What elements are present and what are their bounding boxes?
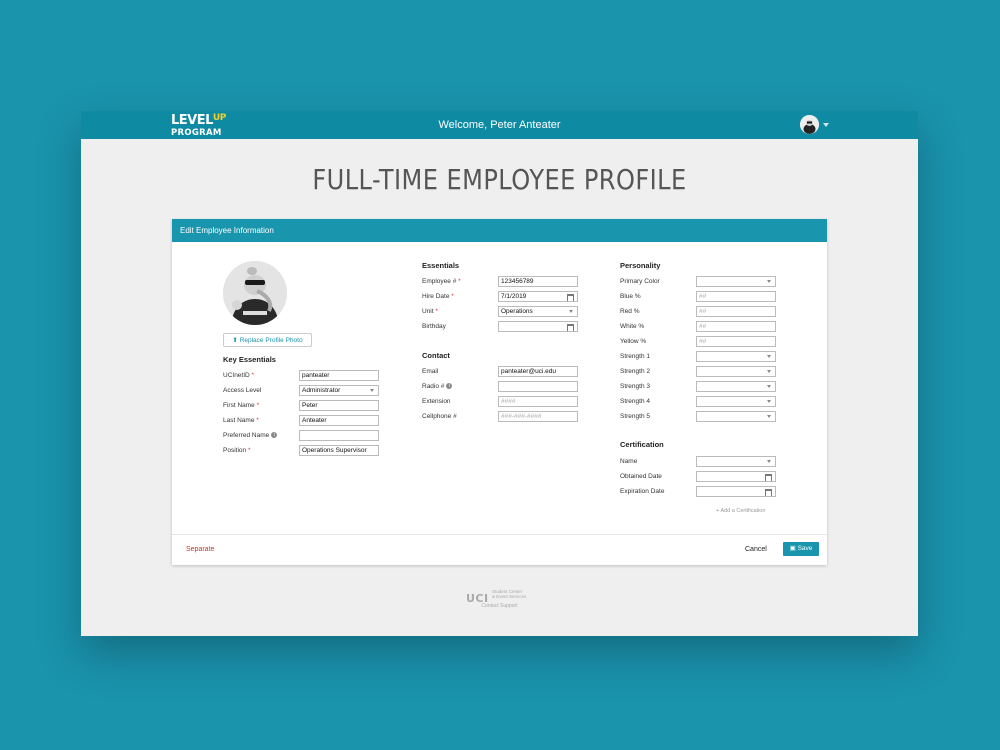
white-percent-label: White %: [620, 323, 645, 330]
contact-support-link[interactable]: Contact Support: [81, 603, 918, 609]
user-avatar[interactable]: [800, 115, 819, 134]
email-input[interactable]: panteater@uci.edu: [498, 366, 578, 377]
birthday-input[interactable]: [498, 321, 578, 332]
info-icon[interactable]: i: [446, 383, 453, 390]
strength-1-select[interactable]: [696, 351, 776, 362]
obtained-date-input[interactable]: [696, 471, 776, 482]
contact-title: Contact: [422, 351, 450, 360]
chevron-down-icon: [370, 389, 374, 392]
radio-number-label: Radio # i: [422, 383, 453, 390]
last-name-input[interactable]: Anteater: [299, 415, 379, 426]
cancel-button[interactable]: Cancel: [745, 546, 767, 553]
first-name-input[interactable]: Peter: [299, 400, 379, 411]
red-percent-label: Red %: [620, 308, 640, 315]
cellphone-label: Cellphone #: [422, 413, 457, 420]
strength-3-select[interactable]: [696, 381, 776, 392]
preferred-name-label: Preferred Name i: [223, 432, 278, 439]
cellphone-input[interactable]: ###-###-####: [498, 411, 578, 422]
first-name-label: First Name *: [223, 402, 260, 409]
red-percent-input[interactable]: ##: [696, 306, 776, 317]
profile-photo: [223, 261, 287, 325]
blue-percent-label: Blue %: [620, 293, 641, 300]
page-title: FULL-TIME EMPLOYEE PROFILE: [312, 163, 687, 196]
white-percent-input[interactable]: ##: [696, 321, 776, 332]
strength-1-label: Strength 1: [620, 353, 650, 360]
plus-icon: +: [716, 508, 720, 514]
strength-2-select[interactable]: [696, 366, 776, 377]
unit-label: Unit *: [422, 308, 438, 315]
card-header: Edit Employee Information: [172, 219, 827, 242]
edit-employee-card: Edit Employee Information ⬆ Replace Prof…: [172, 219, 827, 565]
chevron-down-icon: [767, 280, 771, 283]
chevron-down-icon: [767, 415, 771, 418]
key-essentials-title: Key Essentials: [223, 355, 276, 364]
upload-icon: ⬆: [232, 337, 238, 344]
yellow-percent-label: Yellow %: [620, 338, 647, 345]
certification-title: Certification: [620, 440, 664, 449]
chevron-down-icon: [767, 355, 771, 358]
employee-number-input[interactable]: 123456789: [498, 276, 578, 287]
access-level-label: Access Level: [223, 387, 262, 394]
calendar-icon[interactable]: [765, 474, 772, 481]
unit-select[interactable]: Operations: [498, 306, 578, 317]
access-level-select[interactable]: Administrator: [299, 385, 379, 396]
chevron-down-icon: [767, 460, 771, 463]
strength-5-select[interactable]: [696, 411, 776, 422]
position-input[interactable]: Operations Supervisor: [299, 445, 379, 456]
ucinetid-input[interactable]: panteater: [299, 370, 379, 381]
essentials-title: Essentials: [422, 261, 460, 270]
calendar-icon[interactable]: [765, 489, 772, 496]
welcome-text: Welcome, Peter Anteater: [438, 119, 561, 131]
strength-4-label: Strength 4: [620, 398, 650, 405]
personality-title: Personality: [620, 261, 661, 270]
save-icon: ▣: [789, 545, 796, 552]
save-label: Save: [797, 545, 813, 552]
obtained-date-label: Obtained Date: [620, 473, 662, 480]
info-icon[interactable]: i: [271, 432, 278, 439]
chevron-down-icon: [767, 385, 771, 388]
calendar-icon[interactable]: [567, 294, 574, 301]
yellow-percent-input[interactable]: ##: [696, 336, 776, 347]
cert-name-select[interactable]: [696, 456, 776, 467]
expiration-date-label: Expiration Date: [620, 488, 665, 495]
calendar-icon[interactable]: [567, 324, 574, 331]
chevron-down-icon: [569, 310, 573, 313]
expiration-date-input[interactable]: [696, 486, 776, 497]
replace-photo-button[interactable]: ⬆ Replace Profile Photo: [223, 333, 312, 347]
replace-photo-label: Replace Profile Photo: [239, 337, 303, 344]
hire-date-label: Hire Date *: [422, 293, 454, 300]
separate-button[interactable]: Separate: [186, 546, 214, 553]
extension-label: Extension: [422, 398, 451, 405]
cert-name-label: Name: [620, 458, 638, 465]
chevron-down-icon: [767, 370, 771, 373]
strength-4-select[interactable]: [696, 396, 776, 407]
last-name-label: Last Name *: [223, 417, 259, 424]
email-label: Email: [422, 368, 439, 375]
strength-2-label: Strength 2: [620, 368, 650, 375]
chevron-down-icon[interactable]: [823, 123, 829, 127]
birthday-label: Birthday: [422, 323, 446, 330]
extension-input[interactable]: ####: [498, 396, 578, 407]
blue-percent-input[interactable]: ##: [696, 291, 776, 302]
hire-date-input[interactable]: 7/1/2019: [498, 291, 578, 302]
primary-color-label: Primary Color: [620, 278, 660, 285]
position-label: Position *: [223, 447, 251, 454]
save-button[interactable]: ▣ Save: [783, 542, 819, 556]
preferred-name-input[interactable]: [299, 430, 379, 441]
add-certification-label: Add a Certification: [720, 508, 766, 514]
primary-color-select[interactable]: [696, 276, 776, 287]
app-window: LEVELUP PROGRAM Welcome, Peter Anteater …: [81, 111, 918, 636]
divider: [172, 534, 827, 535]
employee-number-label: Employee # *: [422, 278, 461, 285]
add-certification-link[interactable]: + Add a Certification: [716, 508, 765, 514]
strength-5-label: Strength 5: [620, 413, 650, 420]
strength-3-label: Strength 3: [620, 383, 650, 390]
radio-number-input[interactable]: [498, 381, 578, 392]
ucinetid-label: UCInetID *: [223, 372, 255, 379]
chevron-down-icon: [767, 400, 771, 403]
top-navbar: LEVELUP PROGRAM Welcome, Peter Anteater: [81, 111, 918, 139]
